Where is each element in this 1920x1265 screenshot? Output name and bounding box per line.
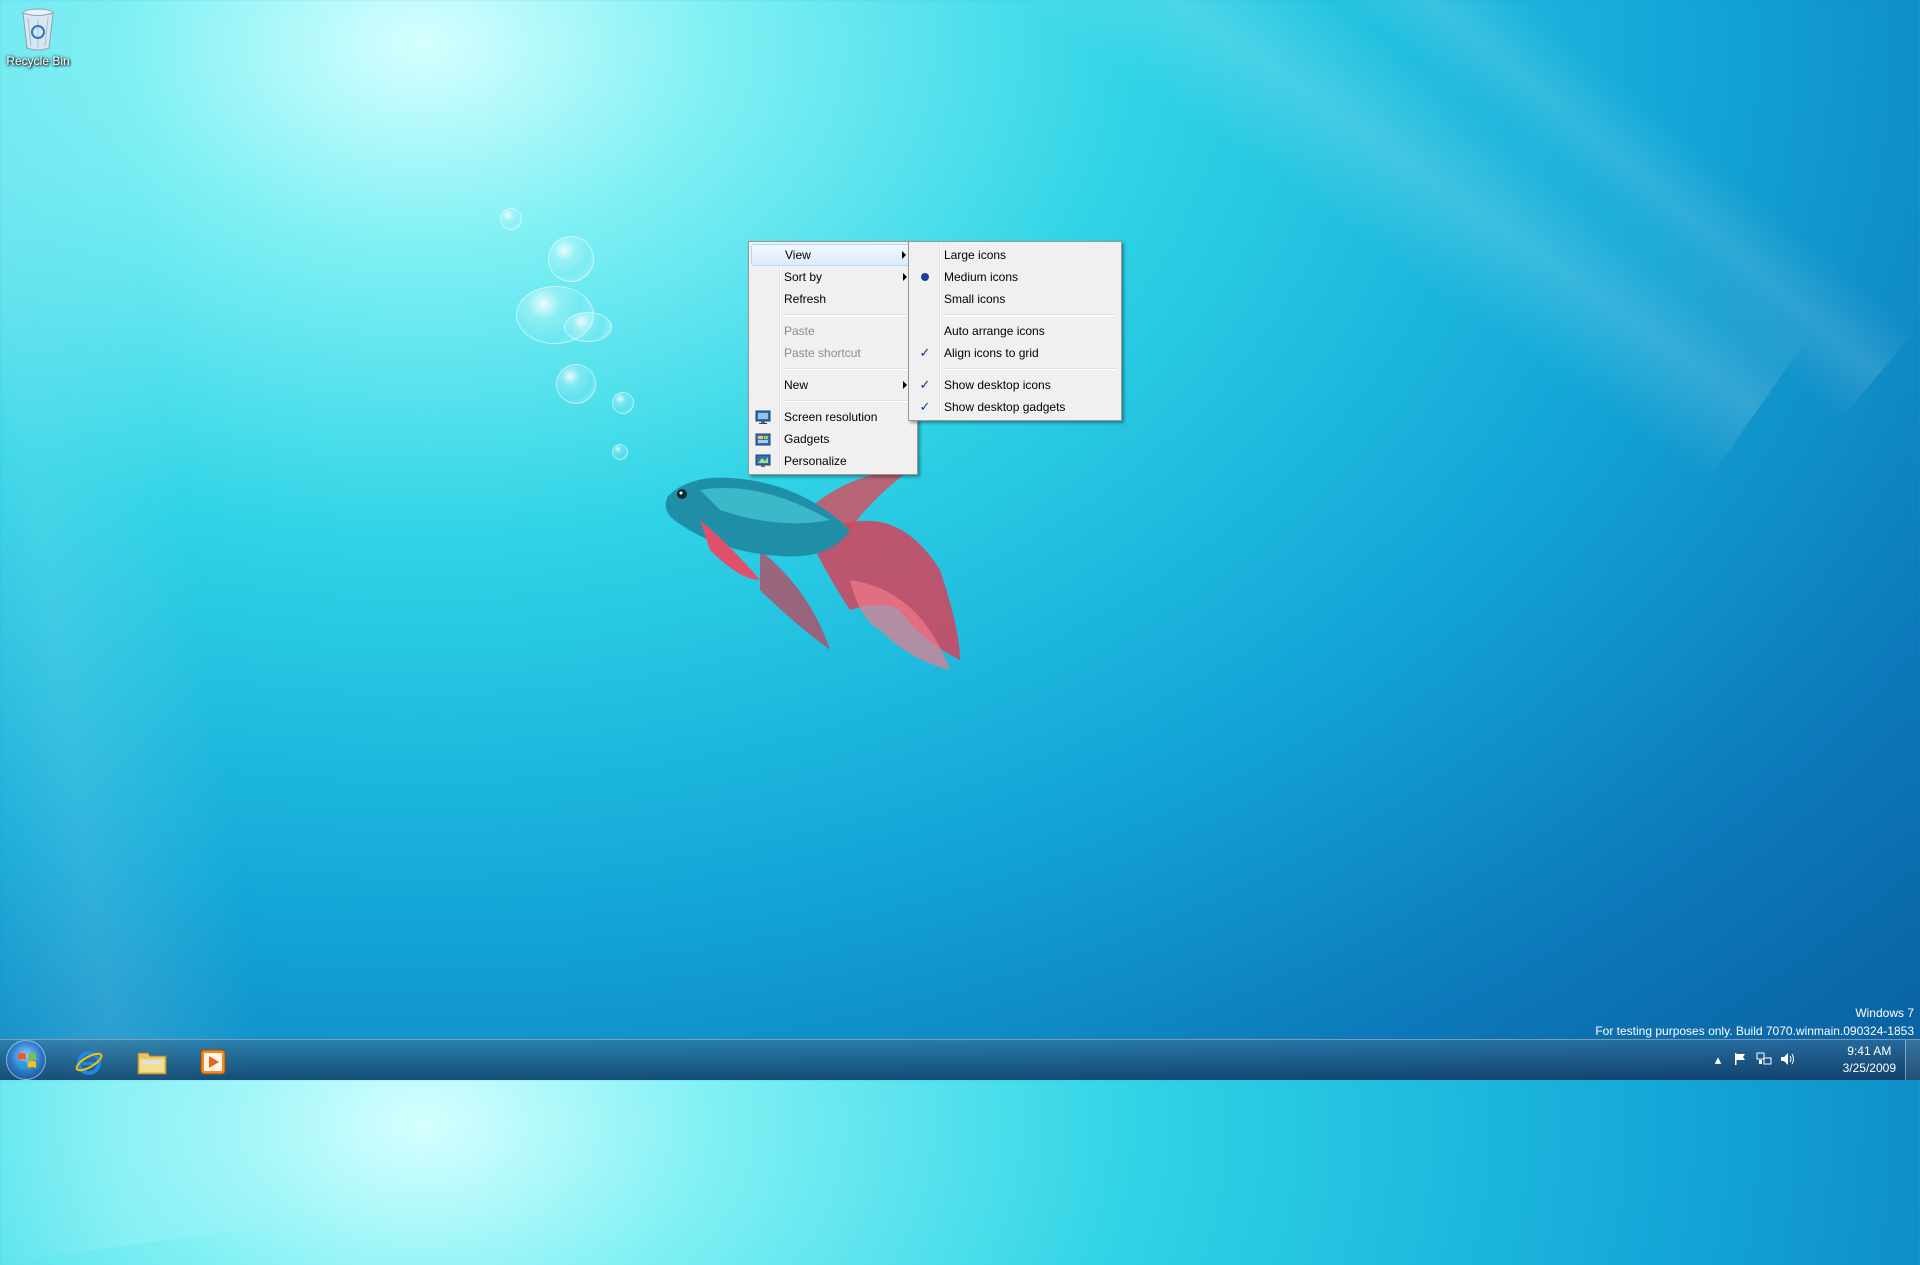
menu-item-label: Gadgets [784,432,830,446]
submenu-item-show-desktop-gadgets[interactable]: ✓ Show desktop gadgets [911,396,1119,418]
menu-item-label: Show desktop gadgets [944,400,1066,414]
watermark-os-name: Windows 7 [1855,1006,1914,1020]
menu-separator [944,368,1117,370]
watermark-build-info: For testing purposes only. Build 7070.wi… [1595,1024,1914,1038]
menu-item-paste-shortcut[interactable]: Paste shortcut [751,342,915,364]
start-button[interactable] [6,1040,46,1080]
gadgets-icon [755,431,771,447]
menu-item-label: Sort by [784,270,823,284]
menu-separator [784,368,913,370]
notification-area: ▴ 9:41 AM 3/25/2009 [1710,1040,1920,1080]
checkmark-icon: ✓ [919,399,931,414]
submenu-item-large-icons[interactable]: Large icons [911,244,1119,266]
menu-item-new[interactable]: New [751,374,915,396]
monitor-icon [755,409,771,425]
menu-item-label: Paste shortcut [784,346,861,360]
submenu-item-medium-icons[interactable]: Medium icons [911,266,1119,288]
menu-item-label: View [785,248,811,262]
windows-logo-icon [17,1051,37,1071]
personalize-icon [755,453,771,469]
build-watermark: Windows 7 For testing purposes only. Bui… [1595,1004,1914,1040]
action-center-flag-icon[interactable] [1732,1052,1748,1068]
submenu-arrow-icon [903,381,907,389]
network-icon[interactable] [1756,1052,1772,1068]
submenu-item-show-desktop-icons[interactable]: ✓ Show desktop icons [911,374,1119,396]
menu-item-personalize[interactable]: Personalize [751,450,915,472]
menu-item-label: Refresh [784,292,827,306]
taskbar-clock[interactable]: 9:41 AM 3/25/2009 [1843,1043,1896,1077]
show-hidden-icons-arrow-icon[interactable]: ▴ [1710,1052,1726,1068]
radio-bullet-icon [921,273,929,281]
bubble [500,208,522,230]
bubble [556,364,596,404]
menu-item-label: Small icons [944,292,1006,306]
taskbar-button-media-player[interactable] [186,1043,238,1079]
bubble [612,444,628,460]
show-desktop-button[interactable] [1905,1040,1920,1080]
menu-item-label: Show desktop icons [944,378,1051,392]
light-ray [1303,0,1917,421]
menu-separator [784,400,913,402]
submenu-item-align-icons-to-grid[interactable]: ✓ Align icons to grid [911,342,1119,364]
checkmark-icon: ✓ [919,345,931,360]
desktop-icon-label: Recycle Bin [6,54,70,68]
menu-item-gadgets[interactable]: Gadgets [751,428,915,450]
bubble [564,312,612,342]
menu-separator [944,314,1117,316]
submenu-arrow-icon [903,273,907,281]
menu-separator [784,314,913,316]
checkmark-icon: ✓ [919,377,931,392]
taskbar-button-internet-explorer[interactable] [62,1043,114,1079]
recycle-bin-icon [18,6,58,52]
menu-item-refresh[interactable]: Refresh [751,288,915,310]
betta-fish-wallpaper [660,460,990,680]
menu-item-sort-by[interactable]: Sort by [751,266,915,288]
menu-item-screen-resolution[interactable]: Screen resolution [751,406,915,428]
menu-item-label: Medium icons [944,270,1019,284]
bubble [612,392,634,414]
menu-item-paste[interactable]: Paste [751,320,915,342]
menu-item-view[interactable]: View [751,244,915,266]
view-submenu: Large icons Medium icons Small icons Aut… [908,241,1122,421]
menu-item-label: Large icons [944,248,1007,262]
submenu-item-auto-arrange-icons[interactable]: Auto arrange icons [911,320,1119,342]
desktop-icon-recycle-bin[interactable]: Recycle Bin [4,6,72,68]
clock-date: 3/25/2009 [1842,1061,1896,1075]
menu-item-label: Screen resolution [784,410,878,424]
taskbar-button-windows-explorer[interactable] [124,1043,176,1079]
desktop-context-menu: View Sort by Refresh Paste Paste shortcu… [748,241,918,475]
menu-item-label: Align icons to grid [944,346,1039,360]
clock-time: 9:41 AM [1847,1044,1892,1058]
menu-item-label: Personalize [784,454,847,468]
menu-item-label: New [784,378,809,392]
menu-item-label: Auto arrange icons [944,324,1045,338]
volume-icon[interactable] [1780,1052,1796,1068]
bubble [548,236,594,282]
taskbar: ▴ 9:41 AM 3/25/2009 [0,1039,1920,1080]
submenu-arrow-icon [902,251,906,259]
submenu-item-small-icons[interactable]: Small icons [911,288,1119,310]
menu-item-label: Paste [784,324,815,338]
